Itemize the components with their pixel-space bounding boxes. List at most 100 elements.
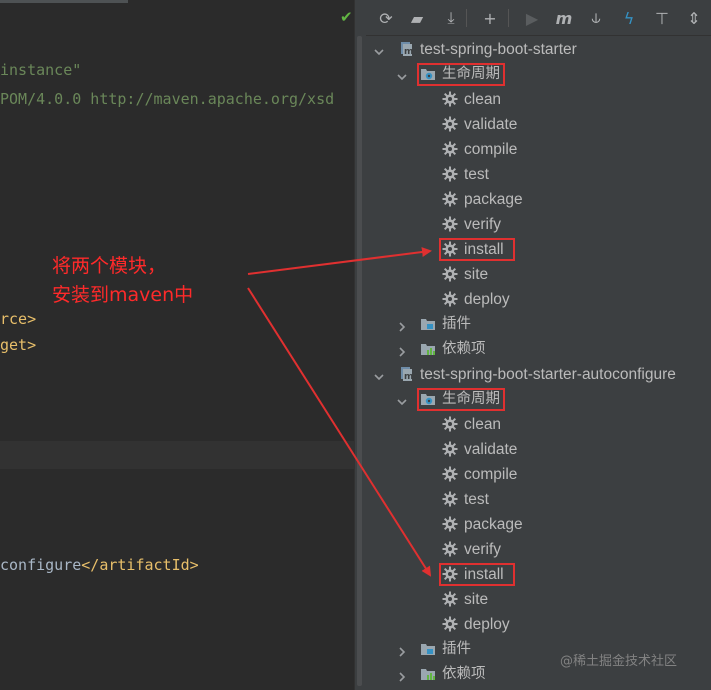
plugins-node[interactable]: 插件 — [366, 312, 711, 337]
gear-icon — [442, 116, 458, 132]
goal-label: package — [464, 516, 523, 533]
lifecycle-node[interactable]: 生命周期 — [366, 62, 711, 87]
toggle-offline-icon[interactable]: ⫝ — [584, 6, 608, 30]
skip-tests-icon[interactable]: ϟ — [617, 6, 641, 30]
gear-icon — [442, 191, 458, 207]
goal-label: test — [464, 166, 489, 183]
svg-text:m: m — [404, 372, 413, 382]
goal-deploy[interactable]: deploy — [366, 612, 711, 637]
reload-icon[interactable]: ⟳ — [374, 6, 398, 30]
lifecycle-node[interactable]: 生命周期 — [366, 387, 711, 412]
svg-text:m: m — [404, 47, 413, 57]
maven-tool-window: ⟳ ▰ ⤓ + ▶ m ⫝ ϟ ⊤ ⇕ m test-spring-boot-starter 生命周期… — [366, 0, 711, 690]
goal-label: install — [464, 241, 504, 258]
goal-clean[interactable]: clean — [366, 412, 711, 437]
code-line: instance" — [0, 60, 81, 80]
gear-icon — [442, 566, 458, 582]
maven-toolbar: ⟳ ▰ ⤓ + ▶ m ⫝ ϟ ⊤ ⇕ — [366, 0, 711, 36]
project-node[interactable]: m test-spring-boot-starter — [366, 37, 711, 62]
watermark: @稀土掘金技术社区 — [560, 654, 678, 669]
maven-module-icon: m — [398, 366, 414, 382]
goal-compile[interactable]: compile — [366, 137, 711, 162]
maven-execute-icon[interactable]: m — [552, 6, 576, 30]
code-editor[interactable]: ✔ instance" POM/4.0.0 http://maven.apache… — [0, 0, 354, 690]
code-line: configure</artifactId> — [0, 555, 199, 575]
scrollbar[interactable] — [354, 0, 366, 690]
goal-label: compile — [464, 466, 518, 483]
collapse-all-icon[interactable]: ⇕ — [682, 6, 706, 30]
code-line: POM/4.0.0 http://maven.apache.org/xsd — [0, 89, 334, 109]
project-name: test-spring-boot-starter-autoconfigure — [420, 366, 676, 383]
dependencies-label: 依赖项 — [442, 666, 486, 682]
goal-deploy[interactable]: deploy — [366, 287, 711, 312]
goal-install[interactable]: install — [366, 237, 711, 262]
goal-label: site — [464, 591, 489, 608]
goal-verify[interactable]: verify — [366, 212, 711, 237]
code-token: </artifactId> — [81, 556, 199, 574]
chevron-right-icon[interactable] — [396, 343, 408, 357]
add-folder-icon[interactable]: ▰ — [405, 6, 429, 30]
chevron-right-icon[interactable] — [396, 668, 408, 682]
toolbar-separator — [508, 9, 509, 27]
gear-icon — [442, 441, 458, 457]
gear-icon — [442, 466, 458, 482]
gear-icon — [442, 616, 458, 632]
dependencies-node[interactable]: 依赖项 — [366, 337, 711, 362]
goal-label: deploy — [464, 291, 510, 308]
scrollbar-thumb[interactable] — [357, 36, 362, 686]
chevron-down-icon[interactable] — [396, 393, 408, 406]
chevron-right-icon[interactable] — [396, 643, 408, 657]
maven-module-icon: m — [398, 41, 414, 57]
goal-label: deploy — [464, 616, 510, 633]
lifecycle-label: 生命周期 — [442, 66, 500, 82]
goal-label: clean — [464, 416, 502, 433]
goal-verify[interactable]: verify — [366, 537, 711, 562]
goal-install[interactable]: install — [366, 562, 711, 587]
project-name: test-spring-boot-starter — [420, 41, 577, 58]
gear-icon — [442, 91, 458, 107]
goal-test[interactable]: test — [366, 487, 711, 512]
annotation-line-1: 将两个模块， — [52, 255, 167, 277]
lifecycle-label: 生命周期 — [442, 391, 500, 407]
chevron-down-icon[interactable] — [373, 368, 385, 381]
dependencies-folder-icon — [420, 666, 436, 682]
goal-clean[interactable]: clean — [366, 87, 711, 112]
plugins-folder-icon — [420, 641, 436, 657]
goal-label: validate — [464, 116, 518, 133]
add-icon[interactable]: + — [478, 6, 502, 30]
chevron-down-icon[interactable] — [396, 68, 408, 81]
run-icon[interactable]: ▶ — [520, 6, 544, 30]
project-node[interactable]: m test-spring-boot-starter-autoconfigure — [366, 362, 711, 387]
chevron-right-icon[interactable] — [396, 318, 408, 332]
dependencies-folder-icon — [420, 341, 436, 357]
gear-icon — [442, 291, 458, 307]
gear-icon — [442, 591, 458, 607]
annotation-text: 将两个模块， 安装到maven中 — [52, 252, 193, 310]
goal-site[interactable]: site — [366, 262, 711, 287]
plugins-folder-icon — [420, 316, 436, 332]
code-token: POM/4.0.0 http://maven.apache.org/xsd — [0, 90, 335, 108]
gear-icon — [442, 491, 458, 507]
goal-test[interactable]: test — [366, 162, 711, 187]
goal-validate[interactable]: validate — [366, 437, 711, 462]
gear-icon — [442, 216, 458, 232]
chevron-down-icon[interactable] — [373, 43, 385, 56]
goal-label: test — [464, 491, 489, 508]
code-token: get> — [0, 336, 37, 354]
code-token: rce> — [0, 310, 37, 328]
download-icon[interactable]: ⤓ — [439, 6, 463, 30]
lifecycle-folder-icon — [420, 66, 436, 82]
goal-label: validate — [464, 441, 518, 458]
inspection-ok-icon[interactable]: ✔ — [340, 8, 353, 26]
goal-site[interactable]: site — [366, 587, 711, 612]
annotation-line-2: 安装到maven中 — [52, 284, 194, 306]
gear-icon — [442, 541, 458, 557]
show-dependencies-icon[interactable]: ⊤ — [650, 6, 674, 30]
goal-label: package — [464, 191, 523, 208]
gear-icon — [442, 166, 458, 182]
goal-label: clean — [464, 91, 502, 108]
goal-package[interactable]: package — [366, 187, 711, 212]
goal-compile[interactable]: compile — [366, 462, 711, 487]
goal-validate[interactable]: validate — [366, 112, 711, 137]
goal-package[interactable]: package — [366, 512, 711, 537]
